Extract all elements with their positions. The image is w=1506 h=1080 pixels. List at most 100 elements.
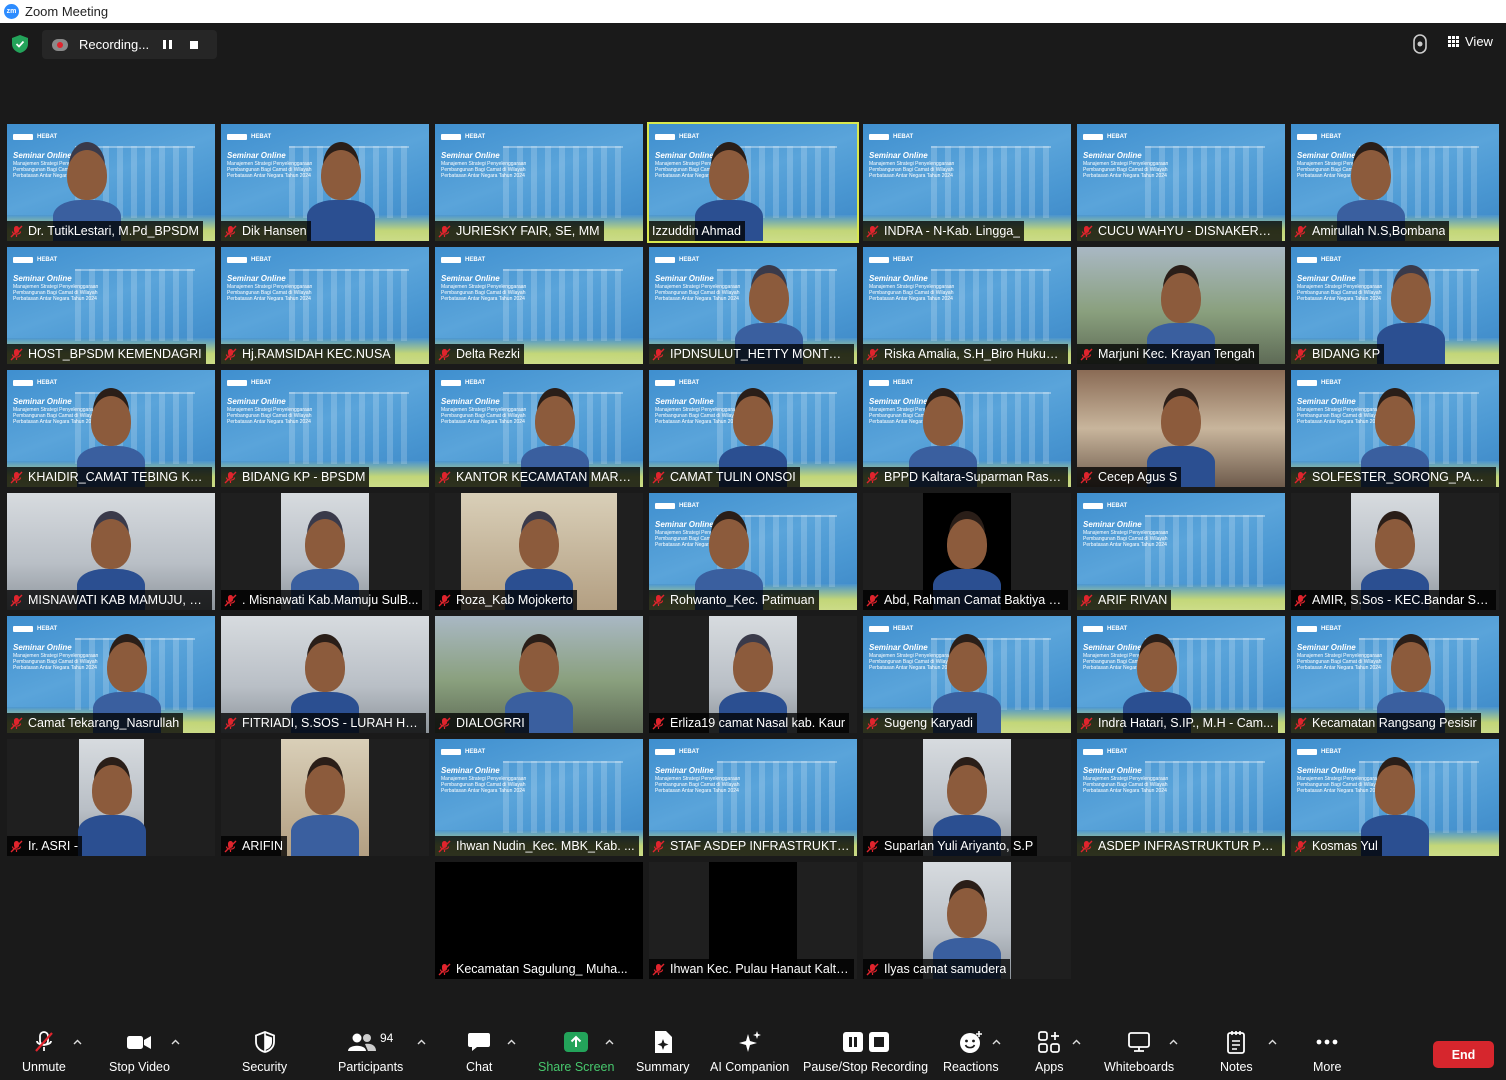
participant-tile[interactable]: Roza_Kab Mojokerto <box>435 493 643 610</box>
participant-tile[interactable]: HEBAT Seminar Online Manajemen Strategi Pe… <box>221 370 429 487</box>
muted-mic-icon <box>224 225 237 237</box>
participant-tile[interactable]: HEBAT Seminar Online Manajemen Strategi Pe… <box>1291 124 1499 241</box>
participant-tile[interactable]: DIALOGRRI <box>435 616 643 733</box>
participant-tile[interactable]: . Misnawati Kab.Mamuju SulB... <box>221 493 429 610</box>
participant-tile[interactable]: Cecep Agus S <box>1077 370 1285 487</box>
recording-status-icon[interactable] <box>1411 34 1429 54</box>
participant-tile[interactable]: HEBAT Seminar Online Manajemen Strategi Pe… <box>221 124 429 241</box>
participant-tile[interactable]: ARIFIN <box>221 739 429 856</box>
slide-brand: HEBAT <box>1321 256 1342 263</box>
notes-options-chevron-icon[interactable] <box>1268 1038 1277 1047</box>
participant-tile[interactable]: HEBAT Seminar Online Manajemen Strategi Pe… <box>1077 739 1285 856</box>
participant-tile[interactable]: HEBAT Seminar Online Manajemen Strategi Pe… <box>1077 616 1285 733</box>
participant-tile[interactable]: Ilyas camat samudera <box>863 862 1071 979</box>
participant-tile[interactable]: MISNAWATI KAB MAMUJU, S... <box>7 493 215 610</box>
participant-name-tag: ASDEP INFRASTRUKTUR PEM... <box>1077 836 1282 856</box>
participant-tile[interactable]: HEBAT Seminar Online Manajemen Strategi Pe… <box>649 247 857 364</box>
participant-tile[interactable]: HEBAT Seminar Online Manajemen Strategi Pe… <box>435 370 643 487</box>
encryption-shield-icon[interactable] <box>12 35 28 53</box>
stop-recording-button[interactable] <box>190 40 198 49</box>
audio-options-chevron-icon[interactable] <box>73 1038 82 1047</box>
figure-head <box>947 519 987 569</box>
ai-companion-button[interactable]: AI Companion <box>710 1030 789 1074</box>
slide-brand: HEBAT <box>893 256 914 263</box>
participant-name-tag: Indra Hatari, S.IP., M.H - Cam... <box>1077 713 1278 733</box>
participant-tile[interactable]: HEBAT Seminar Online Manajemen Strategi Pe… <box>1291 616 1499 733</box>
participant-tile[interactable]: HEBAT Seminar Online Manajemen Strategi Pe… <box>435 124 643 241</box>
pause-recording-button[interactable] <box>163 40 172 49</box>
participant-tile[interactable]: HEBAT Seminar Online Manajemen Strategi Pe… <box>7 247 215 364</box>
participant-tile[interactable]: HEBAT Seminar Online Manajemen Strategi Pe… <box>863 370 1071 487</box>
apps-button[interactable]: Apps <box>1035 1030 1064 1074</box>
stop-video-button[interactable]: Stop Video <box>109 1030 170 1074</box>
chat-options-chevron-icon[interactable] <box>507 1038 516 1047</box>
muted-mic-icon <box>35 1031 53 1052</box>
meeting-toolbar: Unmute Stop Video Security 94 Participan… <box>0 1025 1506 1080</box>
participant-tile[interactable]: HEBAT Seminar Online Manajemen Strategi Pe… <box>863 124 1071 241</box>
share-screen-button[interactable]: Share Screen <box>538 1030 614 1074</box>
more-button[interactable]: More <box>1313 1030 1341 1074</box>
participants-options-chevron-icon[interactable] <box>417 1038 426 1047</box>
participant-tile[interactable]: HEBAT Seminar Online Manajemen Strategi Pe… <box>863 616 1071 733</box>
participant-tile[interactable]: Erliza19 camat Nasal kab. Kaur <box>649 616 857 733</box>
figure-head <box>519 519 559 569</box>
participant-name: Erliza19 camat Nasal kab. Kaur <box>670 716 846 730</box>
participant-tile[interactable]: AMIR, S.Sos - KEC.Bandar Sei... <box>1291 493 1499 610</box>
participant-tile[interactable]: HEBAT Seminar Online Manajemen Strategi Pe… <box>1291 247 1499 364</box>
muted-mic-icon <box>652 594 665 606</box>
participant-tile[interactable]: Ihwan Kec. Pulau Hanaut Kalte... <box>649 862 857 979</box>
share-options-chevron-icon[interactable] <box>605 1038 614 1047</box>
participant-tile[interactable]: HEBAT Seminar Online Manajemen Strategi Pe… <box>649 370 857 487</box>
participant-tile[interactable]: FITRIADI, S.SOS - LURAH HAN... <box>221 616 429 733</box>
participants-button[interactable]: 94 Participants <box>338 1030 403 1074</box>
participant-tile[interactable]: HEBAT Seminar Online Manajemen Strategi Pe… <box>1291 370 1499 487</box>
slide-subtitle: Manajemen Strategi Penyelenggaraan Pemba… <box>1083 530 1169 548</box>
participant-tile[interactable]: HEBAT Seminar Online Manajemen Strategi Pe… <box>1077 493 1285 610</box>
participant-tile[interactable]: HEBAT Seminar Online Manajemen Strategi Pe… <box>221 247 429 364</box>
participant-name: ARIF RIVAN <box>1098 593 1168 607</box>
view-button[interactable]: View <box>1448 34 1493 49</box>
participant-tile[interactable]: Marjuni Kec. Krayan Tengah <box>1077 247 1285 364</box>
participant-tile[interactable]: HEBAT Seminar Online Manajemen Strategi Pe… <box>1291 739 1499 856</box>
apps-options-chevron-icon[interactable] <box>1072 1038 1081 1047</box>
reactions-options-chevron-icon[interactable] <box>992 1038 1001 1047</box>
participant-tile[interactable]: HEBAT Seminar Online Manajemen Strategi Pe… <box>863 247 1071 364</box>
notes-button[interactable]: Notes <box>1220 1030 1253 1074</box>
participant-tile[interactable]: Abd, Rahman Camat Baktiya B... <box>863 493 1071 610</box>
slide-title: Seminar Online <box>441 766 500 775</box>
end-meeting-button[interactable]: End <box>1433 1041 1494 1068</box>
participant-tile[interactable]: Suparlan Yuli Ariyanto, S.P <box>863 739 1071 856</box>
participant-tile[interactable]: HEBAT Seminar Online Manajemen Strategi Pe… <box>7 124 215 241</box>
muted-mic-icon <box>224 471 237 483</box>
slide-subtitle: Manajemen Strategi Penyelenggaraan Pemba… <box>227 407 313 425</box>
participant-tile[interactable]: HEBAT Seminar Online Manajemen Strategi Pe… <box>435 247 643 364</box>
summary-button[interactable]: Summary <box>636 1030 689 1074</box>
whiteboards-button[interactable]: Whiteboards <box>1104 1030 1174 1074</box>
meeting-top-bar: Recording... View <box>0 23 1506 65</box>
participant-tile[interactable]: HEBAT Seminar Online Manajemen Strategi Pe… <box>647 122 859 243</box>
participant-tile[interactable]: HEBAT Seminar Online Manajemen Strategi Pe… <box>649 493 857 610</box>
slide-logo <box>869 379 889 386</box>
pause-stop-recording-button[interactable]: Pause/Stop Recording <box>803 1030 928 1074</box>
security-button[interactable]: Security <box>242 1030 287 1074</box>
participant-tile[interactable]: HEBAT Seminar Online Manajemen Strategi Pe… <box>7 370 215 487</box>
chat-button[interactable]: Chat <box>466 1030 492 1074</box>
slide-logo <box>441 379 461 386</box>
participant-name-tag: Kosmas Yul <box>1291 836 1382 856</box>
participant-tile[interactable]: Ir. ASRI - <box>7 739 215 856</box>
participant-tile[interactable]: HEBAT Seminar Online Manajemen Strategi Pe… <box>649 739 857 856</box>
figure-head <box>91 396 131 446</box>
participant-tile[interactable]: Kecamatan Sagulung_ Muha... <box>435 862 643 979</box>
unmute-button[interactable]: Unmute <box>22 1030 66 1074</box>
slide-brand: HEBAT <box>1321 625 1342 632</box>
participant-tile[interactable]: HEBAT Seminar Online Manajemen Strategi Pe… <box>1077 124 1285 241</box>
figure-head <box>947 888 987 938</box>
reactions-button[interactable]: Reactions <box>943 1030 999 1074</box>
pause-stop-recording-label: Pause/Stop Recording <box>803 1060 929 1074</box>
participant-tile[interactable]: HEBAT Seminar Online Manajemen Strategi Pe… <box>435 739 643 856</box>
slide-title: Seminar Online <box>869 151 928 160</box>
whiteboards-options-chevron-icon[interactable] <box>1169 1038 1178 1047</box>
slide-subtitle: Manajemen Strategi Penyelenggaraan Pemba… <box>441 284 527 302</box>
video-options-chevron-icon[interactable] <box>171 1038 180 1047</box>
participant-tile[interactable]: HEBAT Seminar Online Manajemen Strategi Pe… <box>7 616 215 733</box>
